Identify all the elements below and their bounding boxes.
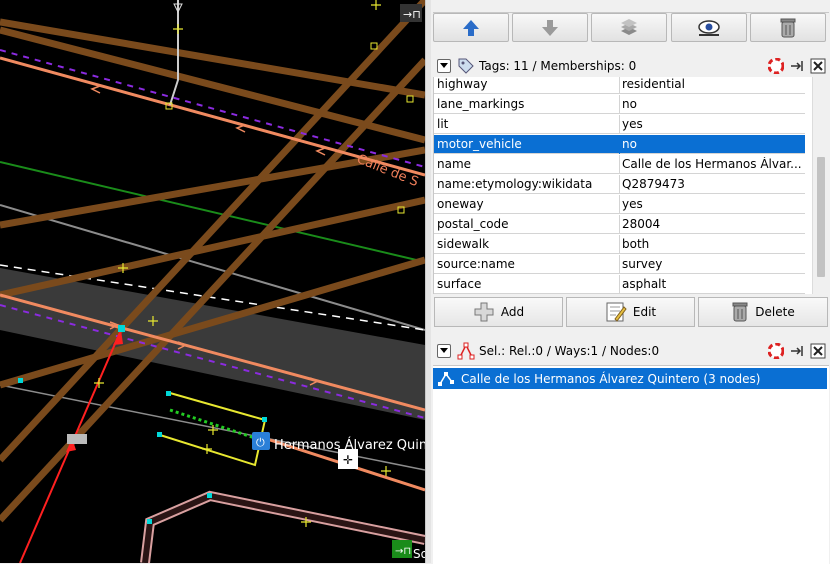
delete-label: Delete	[755, 305, 795, 319]
add-tag-button[interactable]: Add	[434, 297, 563, 327]
layers-button[interactable]	[591, 13, 667, 42]
tag-row[interactable]: postal_code 28004	[434, 215, 805, 234]
svg-text:→⊓: →⊓	[395, 546, 411, 557]
tags-title: Tags: 11 / Memberships: 0	[479, 59, 637, 73]
tags-table: highway residential lane_markings no lit ye…	[433, 77, 828, 294]
selection-list: Calle de los Hermanos Álvarez Quintero (…	[433, 365, 829, 564]
arrow-up-icon	[463, 19, 479, 36]
map-canvas[interactable]: Calle de S ⏻ Hermanos Álvarez Quint ✛ →⊓…	[0, 0, 425, 563]
tag-row[interactable]: oneway yes	[434, 195, 805, 214]
tag-key: surface	[437, 277, 482, 291]
svg-text:✛: ✛	[343, 453, 353, 467]
layers-icon	[621, 18, 637, 35]
layer-toolbar	[433, 12, 829, 43]
tag-value: yes	[622, 117, 643, 131]
delete-layer-button[interactable]	[750, 13, 826, 42]
tag-value: both	[622, 237, 650, 251]
tag-row[interactable]: sidewalk both	[434, 235, 805, 254]
poi-label-bottom: So	[413, 547, 425, 561]
help-lifebuoy-icon[interactable]	[767, 342, 785, 360]
tag-key: name	[437, 157, 472, 171]
tag-key: name:etymology:wikidata	[437, 177, 593, 191]
map-view[interactable]: Calle de S ⏻ Hermanos Álvarez Quint ✛ →⊓…	[0, 0, 425, 563]
trash-icon	[780, 18, 796, 37]
tag-row[interactable]: source:name survey	[434, 255, 805, 274]
svg-text:⏻: ⏻	[256, 436, 265, 449]
detach-window-icon[interactable]	[788, 57, 806, 75]
collapse-toggle-icon[interactable]	[437, 344, 451, 358]
tag-value: asphalt	[622, 277, 667, 291]
tag-value: no	[622, 137, 637, 151]
way-icon	[438, 371, 454, 386]
scrollbar-thumb[interactable]	[817, 157, 825, 277]
tag-value: Calle de los Hermanos Álvar...	[622, 157, 802, 171]
selection-title: Sel.: Rel.:0 / Ways:1 / Nodes:0	[479, 344, 660, 358]
edit-icon	[606, 302, 627, 322]
add-label: Add	[500, 305, 525, 319]
move-up-button[interactable]	[433, 13, 509, 42]
side-panel: Tags: 11 / Memberships: 0 highway residen…	[431, 0, 830, 564]
tag-key: source:name	[437, 257, 515, 271]
tags-scrollbar[interactable]	[812, 77, 828, 294]
tag-icon	[458, 58, 474, 74]
plus-icon	[474, 302, 494, 322]
tag-key: oneway	[437, 197, 484, 211]
move-down-button[interactable]	[512, 13, 588, 42]
tag-row[interactable]: surface asphalt	[434, 275, 805, 294]
tag-value: yes	[622, 197, 643, 211]
delete-tag-button[interactable]: Delete	[698, 297, 828, 327]
edit-label: Edit	[632, 305, 657, 319]
tag-key: lane_markings	[437, 97, 525, 111]
trash-icon	[732, 302, 748, 322]
tag-key: sidewalk	[437, 237, 490, 251]
bus-stop-platform[interactable]: ⏻	[159, 392, 270, 467]
tag-key: lit	[437, 117, 449, 131]
tag-row[interactable]: lane_markings no	[434, 95, 805, 114]
tag-row-selected[interactable]: motor_vehicle no	[434, 135, 805, 154]
tag-row[interactable]: name:etymology:wikidata Q2879473	[434, 175, 805, 194]
tag-value: residential	[622, 77, 685, 91]
help-lifebuoy-icon[interactable]	[767, 57, 785, 75]
tag-key: highway	[437, 77, 488, 91]
barrier-icon[interactable]	[67, 434, 87, 444]
close-icon[interactable]	[809, 57, 827, 75]
tag-row[interactable]: highway residential	[434, 77, 805, 94]
tag-value: 28004	[622, 217, 661, 231]
tag-key: postal_code	[437, 217, 509, 231]
tags-dialog-header: Tags: 11 / Memberships: 0	[433, 54, 829, 78]
arrow-down-icon	[542, 19, 558, 36]
tag-key: motor_vehicle	[437, 137, 522, 151]
detach-window-icon[interactable]	[788, 342, 806, 360]
tag-row[interactable]: lit yes	[434, 115, 805, 134]
tag-row[interactable]: name Calle de los Hermanos Álvar...	[434, 155, 805, 174]
tag-value: no	[622, 97, 637, 111]
collapse-toggle-icon[interactable]	[437, 59, 451, 73]
selection-item-label: Calle de los Hermanos Álvarez Quintero (…	[461, 371, 761, 386]
close-icon[interactable]	[809, 342, 827, 360]
list-item[interactable]: Calle de los Hermanos Álvarez Quintero (…	[433, 368, 827, 389]
selection-icon	[457, 342, 475, 360]
tag-value: Q2879473	[622, 177, 685, 191]
eye-icon	[698, 19, 720, 36]
selection-dialog-header: Sel.: Rel.:0 / Ways:1 / Nodes:0	[433, 339, 829, 363]
tag-value: survey	[622, 257, 663, 271]
edit-tag-button[interactable]: Edit	[566, 297, 695, 327]
visibility-button[interactable]	[671, 13, 747, 42]
svg-text:→⊓: →⊓	[403, 8, 421, 21]
